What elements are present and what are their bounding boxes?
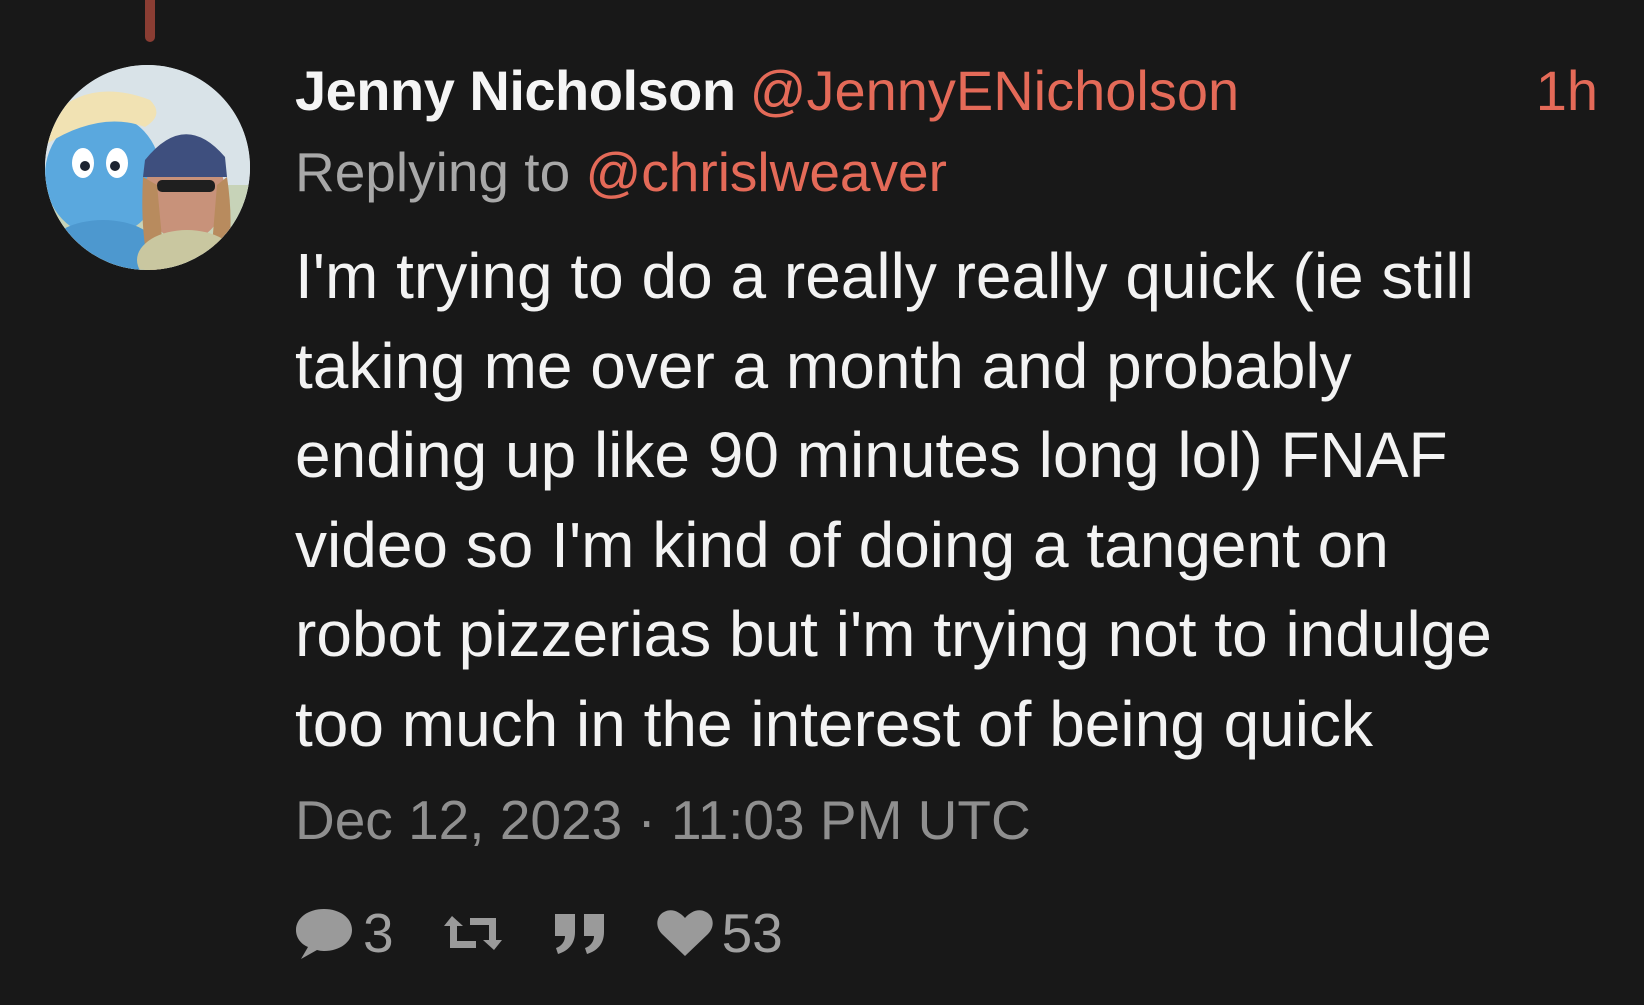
comment-icon [293,905,355,961]
like-button[interactable]: 53 [656,901,783,965]
retweet-button[interactable] [442,908,504,958]
reply-button[interactable]: 3 [293,901,394,965]
tweet-actions: 3 53 [293,898,831,968]
author-name[interactable]: Jenny Nicholson [295,59,736,122]
quote-button[interactable] [552,910,608,956]
author-handle[interactable]: @JennyENicholson [750,59,1240,122]
reply-count: 3 [363,902,394,964]
relative-timestamp[interactable]: 1h [1536,58,1598,123]
tweet-header: Jenny Nicholson @JennyENicholson 1h [295,58,1598,128]
reply-context: Replying to @chrislweaver [295,140,947,204]
avatar-image [45,65,250,270]
author-avatar[interactable] [45,65,250,270]
tweet-date[interactable]: Dec 12, 2023 · 11:03 PM UTC [295,788,1031,852]
like-count: 53 [721,902,783,964]
quote-icon [552,910,608,956]
tweet-text: I'm trying to do a really really quick (… [295,240,1492,760]
reply-target-handle[interactable]: @chrislweaver [585,141,946,203]
heart-icon [656,908,714,958]
retweet-icon [442,908,504,958]
thread-connector-line [145,0,155,42]
reply-prefix: Replying to [295,141,571,203]
